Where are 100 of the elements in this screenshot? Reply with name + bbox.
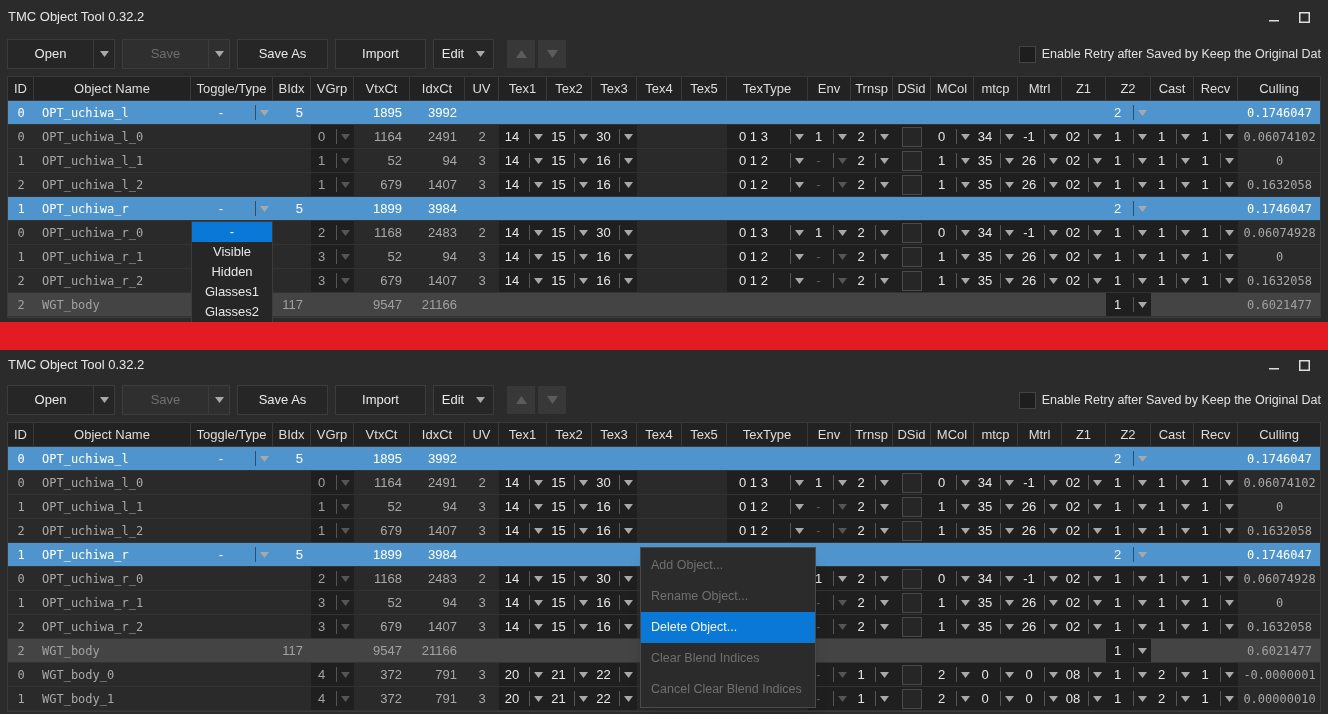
dropdown-cell[interactable]: 0 bbox=[931, 221, 974, 244]
menu-caret-button[interactable] bbox=[209, 39, 230, 69]
dropdown-cell[interactable]: 14 bbox=[499, 269, 547, 292]
dropdown-cell[interactable]: 1 bbox=[1151, 221, 1194, 244]
column-header[interactable]: Cast bbox=[1151, 423, 1194, 446]
dropdown-cell[interactable]: 34 bbox=[974, 567, 1018, 590]
checkbox[interactable] bbox=[902, 270, 922, 291]
dropdown-cell[interactable]: 02 bbox=[1062, 471, 1106, 494]
dropdown-cell[interactable]: 14 bbox=[499, 125, 547, 148]
table-row[interactable]: 0 OPT_uchiwa_l_0 0 1164 2491 2 14 15 30 0 1 3 1 2 0 34 -1 02 1 1 1 0.06074102 bbox=[8, 471, 1320, 495]
dropdown-cell[interactable]: 1 bbox=[1151, 615, 1194, 638]
menu-button[interactable]: Edit bbox=[433, 385, 494, 415]
dropdown-cell[interactable]: 0 bbox=[974, 687, 1018, 710]
checkbox[interactable] bbox=[902, 616, 922, 637]
dropdown-cell[interactable]: 02 bbox=[1062, 221, 1106, 244]
dropdown-cell[interactable]: 1 bbox=[1194, 495, 1238, 518]
move-down-button[interactable] bbox=[538, 40, 566, 68]
dropdown-cell[interactable]: 0 1 2 bbox=[727, 173, 808, 196]
menu-button[interactable]: Edit bbox=[433, 39, 494, 69]
dropdown-cell[interactable]: 15 bbox=[547, 495, 592, 518]
column-header[interactable]: VtxCt bbox=[354, 77, 410, 100]
dropdown-cell[interactable]: 02 bbox=[1062, 125, 1106, 148]
dropdown-cell[interactable]: 1 bbox=[1151, 519, 1194, 542]
column-header[interactable]: Z1 bbox=[1062, 77, 1106, 100]
column-header[interactable]: Object Name bbox=[34, 77, 191, 100]
column-header[interactable]: Toggle/Type bbox=[191, 423, 273, 446]
dropdown-cell[interactable]: 0 bbox=[1018, 663, 1062, 686]
column-header[interactable]: Trnsp bbox=[851, 77, 893, 100]
column-header[interactable]: Env bbox=[808, 423, 851, 446]
dropdown-cell[interactable]: 1 bbox=[1151, 245, 1194, 268]
dropdown-cell[interactable]: 2 bbox=[851, 471, 893, 494]
dropdown-cell[interactable]: 2 bbox=[851, 245, 893, 268]
dropdown-cell[interactable]: 1 bbox=[1106, 591, 1151, 614]
dropdown-cell[interactable]: 26 bbox=[1018, 615, 1062, 638]
dropdown-cell[interactable]: 0 1 2 bbox=[727, 269, 808, 292]
dropdown-cell[interactable]: 08 bbox=[1062, 687, 1106, 710]
dropdown-cell[interactable]: 1 bbox=[1106, 245, 1151, 268]
dropdown-cell[interactable]: 1 bbox=[1151, 591, 1194, 614]
column-header[interactable]: Tex3 bbox=[592, 423, 637, 446]
dropdown-cell[interactable]: 3 bbox=[311, 245, 354, 268]
dropdown-cell[interactable]: 15 bbox=[547, 173, 592, 196]
checkbox[interactable] bbox=[902, 688, 922, 709]
column-header[interactable]: Tex5 bbox=[682, 77, 727, 100]
dropdown-cell[interactable]: 1 bbox=[1106, 269, 1151, 292]
dropdown-cell[interactable]: -1 bbox=[1018, 221, 1062, 244]
dropdown-cell[interactable]: 2 bbox=[851, 567, 893, 590]
dropdown-cell[interactable]: 1 bbox=[1194, 245, 1238, 268]
column-header[interactable]: TexType bbox=[727, 77, 808, 100]
menu-caret-button[interactable] bbox=[94, 385, 115, 415]
column-header[interactable]: Tex4 bbox=[637, 77, 682, 100]
column-header[interactable]: BIdx bbox=[273, 423, 311, 446]
dropdown-cell[interactable]: 0 bbox=[311, 471, 354, 494]
dropdown-cell[interactable]: 1 bbox=[931, 591, 974, 614]
checkbox[interactable] bbox=[902, 472, 922, 493]
dropdown-cell[interactable]: 2 bbox=[851, 591, 893, 614]
dropdown-cell[interactable]: 21 bbox=[547, 663, 592, 686]
dropdown-cell[interactable]: 0 1 2 bbox=[727, 245, 808, 268]
dropdown-option[interactable]: Visible bbox=[192, 242, 272, 262]
column-header[interactable]: MCol bbox=[931, 423, 974, 446]
dropdown-cell[interactable]: 30 bbox=[592, 567, 637, 590]
dropdown-cell[interactable]: 35 bbox=[974, 149, 1018, 172]
dropdown-cell[interactable]: 16 bbox=[592, 591, 637, 614]
checkbox[interactable] bbox=[1018, 391, 1036, 409]
dropdown-cell[interactable]: 14 bbox=[499, 221, 547, 244]
maximize-icon[interactable] bbox=[1299, 11, 1310, 23]
column-header[interactable]: ID bbox=[8, 423, 34, 446]
dropdown-cell[interactable]: 30 bbox=[592, 471, 637, 494]
dropdown-cell[interactable]: 3 bbox=[311, 269, 354, 292]
dropdown-cell[interactable]: 0 bbox=[974, 663, 1018, 686]
dropdown-cell[interactable]: 1 bbox=[931, 173, 974, 196]
maximize-icon[interactable] bbox=[1299, 359, 1310, 371]
column-header[interactable]: Tex5 bbox=[682, 423, 727, 446]
dropdown-cell[interactable]: 0 1 3 bbox=[727, 221, 808, 244]
dropdown-cell[interactable]: 15 bbox=[547, 221, 592, 244]
column-header[interactable]: Tex4 bbox=[637, 423, 682, 446]
dropdown-cell[interactable]: 30 bbox=[592, 221, 637, 244]
dropdown-cell[interactable]: 1 bbox=[311, 149, 354, 172]
dropdown-cell[interactable]: 02 bbox=[1062, 149, 1106, 172]
column-header[interactable]: IdxCt bbox=[410, 423, 465, 446]
dropdown-cell[interactable]: 2 bbox=[311, 221, 354, 244]
dropdown-cell[interactable]: 16 bbox=[592, 173, 637, 196]
dropdown-cell[interactable]: 1 bbox=[311, 173, 354, 196]
menu-item[interactable]: Delete Object... bbox=[641, 612, 815, 643]
dropdown-cell[interactable]: 14 bbox=[499, 495, 547, 518]
dropdown-cell[interactable]: 1 bbox=[1106, 615, 1151, 638]
checkbox[interactable] bbox=[1018, 45, 1036, 63]
dropdown-cell[interactable]: 0 1 2 bbox=[727, 495, 808, 518]
checkbox[interactable] bbox=[902, 222, 922, 243]
dropdown-cell[interactable]: 4 bbox=[311, 663, 354, 686]
dropdown-cell[interactable]: 1 bbox=[1194, 687, 1238, 710]
dropdown-cell[interactable]: 2 bbox=[311, 567, 354, 590]
column-header[interactable]: BIdx bbox=[273, 77, 311, 100]
dropdown-cell[interactable]: 0 bbox=[931, 567, 974, 590]
dropdown-cell[interactable]: 1 bbox=[931, 149, 974, 172]
dropdown-cell[interactable]: 1 bbox=[1106, 125, 1151, 148]
dropdown-cell[interactable]: 1 bbox=[1194, 567, 1238, 590]
column-header[interactable]: Env bbox=[808, 77, 851, 100]
dropdown-cell[interactable]: 1 bbox=[1151, 173, 1194, 196]
dropdown-cell[interactable]: 0 1 3 bbox=[727, 471, 808, 494]
column-header[interactable]: Z2 bbox=[1106, 77, 1151, 100]
